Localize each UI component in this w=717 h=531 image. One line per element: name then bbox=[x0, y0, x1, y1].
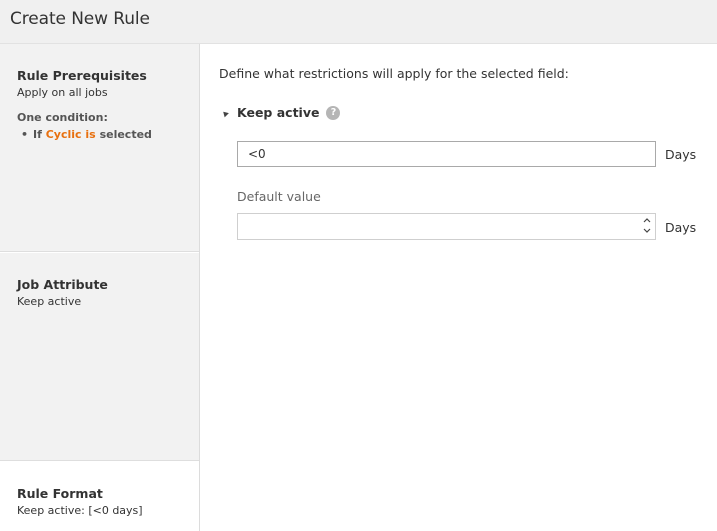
main-panel: Define what restrictions will apply for … bbox=[200, 44, 717, 531]
sidebar: Rule Prerequisites Apply on all jobs One… bbox=[0, 44, 200, 531]
group-label: Keep active bbox=[237, 105, 320, 120]
caret-down-icon bbox=[221, 109, 229, 117]
default-value-unit: Days bbox=[665, 220, 697, 235]
bullet-icon: • bbox=[21, 128, 29, 141]
chevron-down-icon[interactable] bbox=[642, 227, 652, 238]
rule-format-title: Rule Format bbox=[17, 486, 103, 501]
condition-item: • If Cyclic is selected bbox=[17, 128, 182, 141]
job-attribute-title: Job Attribute bbox=[17, 277, 108, 292]
condition-suffix: selected bbox=[99, 128, 152, 141]
condition-prefix: If bbox=[33, 128, 42, 141]
condition-highlight: Cyclic is bbox=[45, 128, 96, 141]
question-icon[interactable]: ? bbox=[326, 105, 341, 120]
default-value-label: Default value bbox=[237, 189, 321, 204]
sidebar-section-prerequisites[interactable]: Rule Prerequisites Apply on all jobs One… bbox=[0, 44, 199, 252]
rule-format-value: Keep active: [<0 days] bbox=[17, 504, 143, 517]
keep-active-group-toggle[interactable]: Keep active ? bbox=[221, 105, 341, 120]
sidebar-section-job-attribute[interactable]: Job Attribute Keep active bbox=[0, 253, 199, 461]
chevron-up-icon[interactable] bbox=[642, 216, 652, 227]
dialog-title: Create New Rule bbox=[10, 9, 150, 29]
condition-title: One condition: bbox=[17, 111, 108, 124]
intro-text: Define what restrictions will apply for … bbox=[219, 66, 569, 81]
job-attribute-value: Keep active bbox=[17, 295, 82, 308]
default-value-field[interactable] bbox=[237, 213, 656, 240]
sidebar-section-rule-format[interactable]: Rule Format Keep active: [<0 days] bbox=[0, 462, 199, 531]
default-value-stepper[interactable] bbox=[639, 214, 655, 239]
default-value-input[interactable] bbox=[238, 214, 638, 239]
prerequisites-title: Rule Prerequisites bbox=[17, 68, 147, 83]
restriction-unit: Days bbox=[665, 147, 697, 162]
prerequisites-subtitle: Apply on all jobs bbox=[17, 86, 108, 99]
restriction-input[interactable] bbox=[237, 141, 656, 167]
dialog-header: Create New Rule bbox=[0, 0, 717, 44]
